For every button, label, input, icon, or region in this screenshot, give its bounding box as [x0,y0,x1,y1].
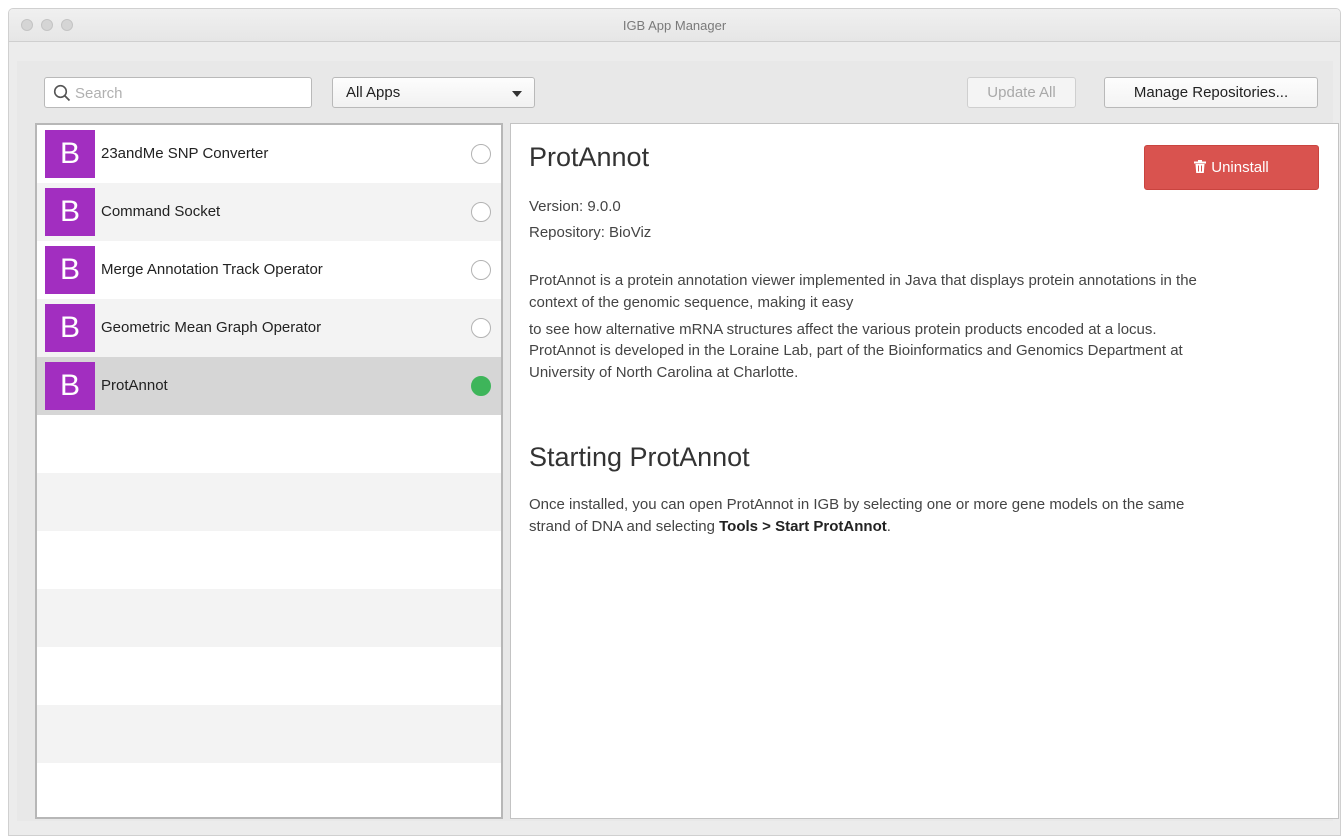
app-icon: B [45,130,95,178]
app-repository: Repository: BioViz [529,224,652,241]
empty-row [37,531,501,589]
update-all-button[interactable]: Update All [967,77,1076,108]
app-list-item[interactable]: B Geometric Mean Graph Operator [37,299,501,357]
app-filter-dropdown[interactable]: All Apps [332,77,535,108]
app-list[interactable]: B 23andMe SNP Converter B Command Socket… [35,123,503,819]
app-filter-value: All Apps [346,84,401,101]
developer-line: ProtAnnot is developed in the Loraine La… [529,342,1183,359]
app-icon: B [45,362,95,410]
app-name: 23andMe SNP Converter [101,145,269,162]
description-line: context of the genomic sequence, making … [529,294,854,311]
app-name: Merge Annotation Track Operator [101,261,323,278]
uninstall-label: Uninstall [1211,159,1269,176]
description-line: to see how alternative mRNA structures a… [529,321,1157,338]
app-description: ProtAnnot is a protein annotation viewer… [529,270,1329,341]
empty-row [37,763,501,817]
empty-row [37,473,501,531]
main-content: All Apps Update All Manage Repositories.… [17,61,1339,821]
app-name: Geometric Mean Graph Operator [101,319,322,336]
search-input[interactable] [75,82,305,104]
app-list-item[interactable]: B Command Socket [37,183,501,241]
empty-row [37,415,501,473]
app-detail-panel: ProtAnnot Uninstall Version: 9.0.0 Repos… [510,123,1339,819]
zoom-window-button[interactable] [61,19,73,31]
menu-path: Tools > Start ProtAnnot [719,518,887,535]
app-list-item[interactable]: B Merge Annotation Track Operator [37,241,501,299]
app-name: Command Socket [101,203,221,220]
usage-prefix: strand of DNA and selecting [529,518,720,535]
empty-row [37,589,501,647]
app-icon: B [45,304,95,352]
close-window-button[interactable] [21,19,33,31]
empty-row [37,705,501,763]
status-indicator [471,260,491,280]
minimize-window-button[interactable] [41,19,53,31]
usage-suffix: . [886,518,891,535]
usage-line: strand of DNA and selecting Tools > Star… [529,516,1329,538]
installed-status-indicator [471,376,491,396]
developer-line: University of North Carolina at Charlott… [529,364,799,381]
app-name: ProtAnnot [101,377,168,394]
chevron-down-icon [512,91,522,97]
status-indicator [471,318,491,338]
app-list-item[interactable]: B 23andMe SNP Converter [37,125,501,183]
usage-line: Once installed, you can open ProtAnnot i… [529,496,1185,513]
status-indicator [471,202,491,222]
search-box[interactable] [44,77,312,108]
app-version: Version: 9.0.0 [529,198,621,215]
app-icon: B [45,246,95,294]
section-heading: Starting ProtAnnot [529,442,750,472]
search-icon [53,84,71,102]
app-icon: B [45,188,95,236]
manage-repositories-button[interactable]: Manage Repositories... [1104,77,1318,108]
trash-icon [1194,160,1207,173]
description-line: ProtAnnot is a protein annotation viewer… [529,272,1197,289]
app-detail-title: ProtAnnot [529,142,650,172]
window-title: IGB App Manager [622,18,727,33]
status-indicator [471,144,491,164]
title-bar: IGB App Manager [9,9,1340,42]
app-manager-window: IGB App Manager All Apps Update All Mana… [8,8,1341,836]
usage-instructions: Once installed, you can open ProtAnnot i… [529,494,1329,538]
app-list-item-selected[interactable]: B ProtAnnot [37,357,501,415]
uninstall-button[interactable]: Uninstall [1144,145,1319,190]
app-developer-info: ProtAnnot is developed in the Loraine La… [529,340,1329,384]
empty-row [37,647,501,705]
